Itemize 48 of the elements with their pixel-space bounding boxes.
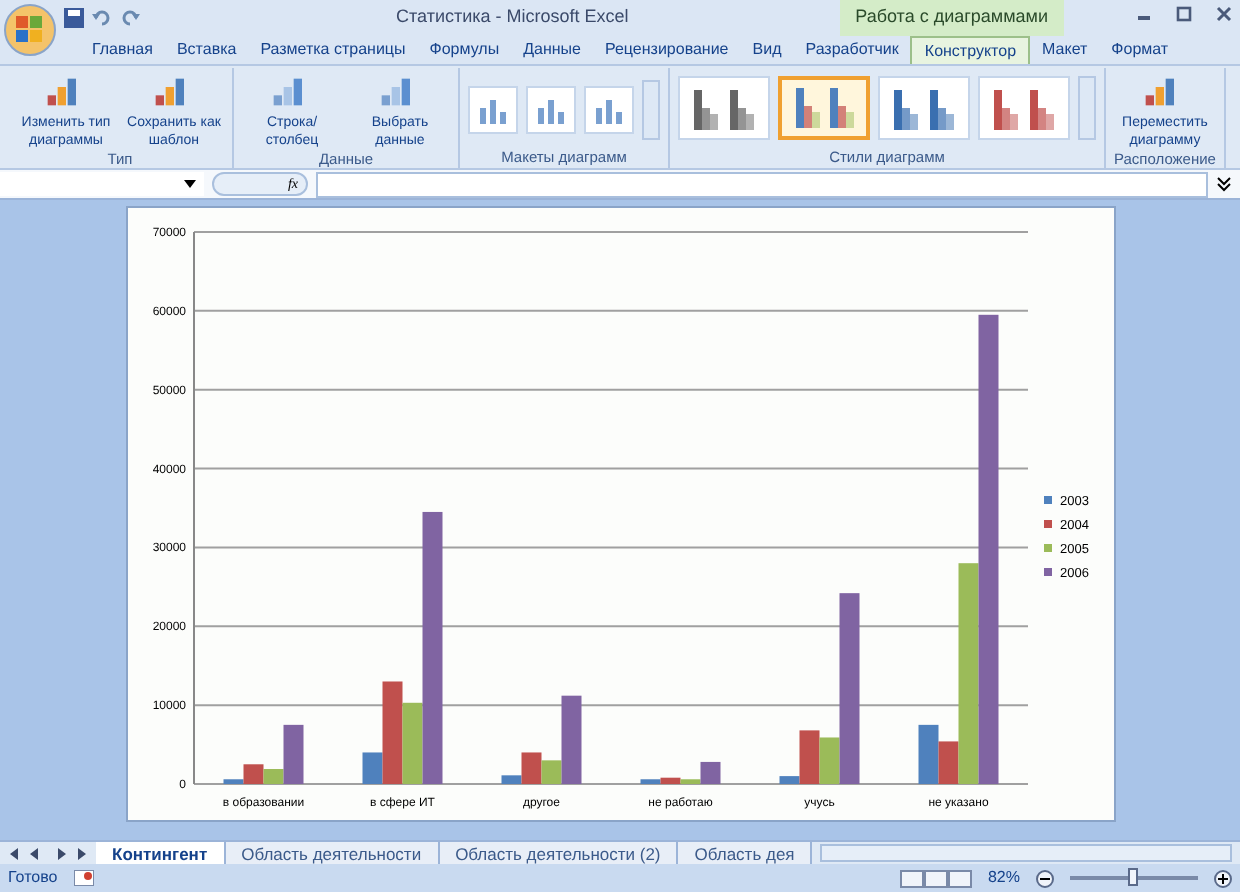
view-buttons-icon[interactable] [899, 869, 972, 887]
zoom-slider-thumb[interactable] [1127, 868, 1138, 886]
sheet-tab[interactable]: Контингент [96, 841, 226, 865]
ribbon-tab[interactable]: Конструктор [910, 36, 1031, 64]
sheet-tab[interactable]: Область деятельности [225, 841, 440, 865]
ribbon-tab[interactable]: Данные [511, 36, 593, 64]
sheet-tab[interactable]: Область деятельности (2) [439, 841, 679, 865]
ribbon-tab[interactable]: Формат [1099, 36, 1181, 64]
bar [917, 724, 938, 784]
ribbon-tab[interactable]: Рецензирование [592, 36, 741, 64]
ribbon-tab[interactable]: Вставка [164, 36, 249, 64]
legend-swatch [1043, 520, 1051, 528]
horizontal-scrollbar[interactable] [820, 844, 1232, 862]
chart-style-thumbnail[interactable] [978, 76, 1070, 140]
ribbon-tab[interactable]: Вид [740, 36, 794, 64]
ribbon-tab[interactable]: Разметка страницы [248, 36, 418, 64]
dropdown-arrow-icon [184, 180, 196, 188]
window-title: Статистика - Microsoft Excel [396, 4, 629, 31]
chart-style-thumbnail[interactable] [778, 76, 870, 140]
formula-input[interactable] [316, 171, 1208, 197]
ribbon-tab[interactable]: Главная [80, 36, 165, 64]
redo-icon[interactable] [120, 8, 140, 28]
zoom-in-icon[interactable] [1214, 869, 1232, 887]
office-logo-icon [16, 16, 44, 44]
sheet-navigation-icon[interactable] [8, 845, 88, 861]
legend-swatch [1043, 568, 1051, 576]
status-text: Готово [8, 866, 58, 890]
chart-style-thumbnail[interactable] [678, 76, 770, 140]
context-tab-group-label: Работа с диаграммами [839, 0, 1064, 36]
ribbon-tab[interactable]: Макет [1030, 36, 1100, 64]
restore-icon[interactable] [1176, 6, 1192, 22]
layout-thumbnail[interactable] [468, 86, 518, 134]
zoom-level: 82% [987, 866, 1020, 890]
legend-swatch [1043, 544, 1051, 552]
layout-thumbnail[interactable] [526, 86, 576, 134]
office-button[interactable] [4, 4, 56, 56]
macro-record-icon[interactable] [73, 870, 94, 886]
chart-style-thumbnail[interactable] [878, 76, 970, 140]
undo-icon[interactable] [92, 8, 112, 28]
save-icon[interactable] [64, 8, 84, 28]
expand-icon[interactable] [1216, 176, 1232, 192]
layout-thumbnail[interactable] [584, 86, 634, 134]
legend-swatch [1043, 496, 1051, 504]
close-icon[interactable] [1216, 6, 1232, 22]
zoom-out-icon[interactable] [1036, 869, 1054, 887]
sheet-tab[interactable]: Область дея [678, 841, 813, 865]
ribbon-tab[interactable]: Разработчик [793, 36, 911, 64]
ribbon-tab[interactable]: Формулы [417, 36, 512, 64]
